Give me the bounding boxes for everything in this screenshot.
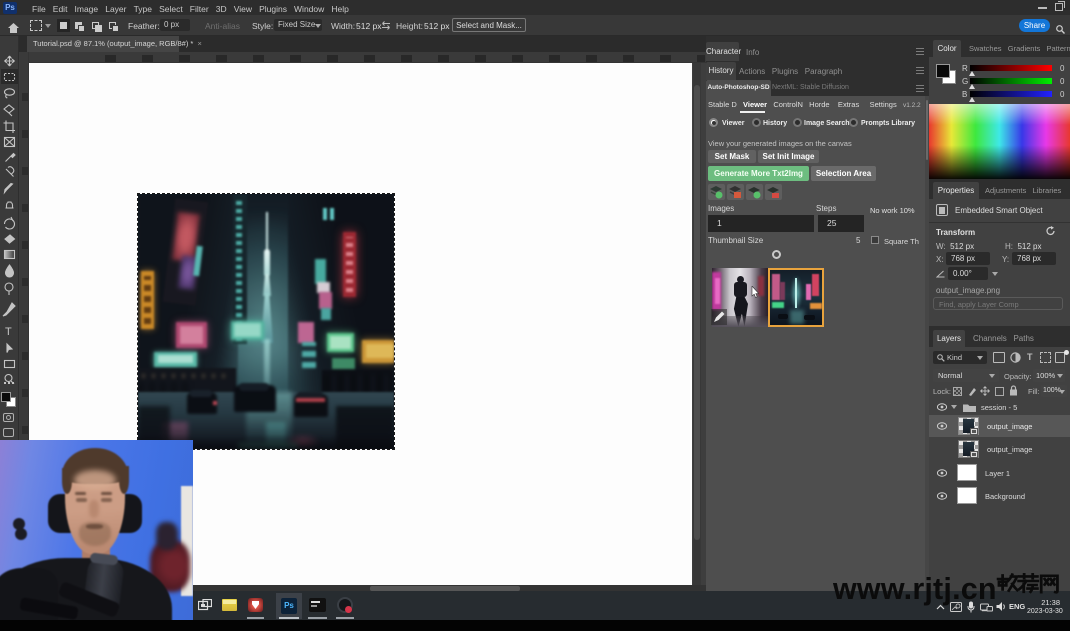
- svg-text:T: T: [5, 326, 12, 338]
